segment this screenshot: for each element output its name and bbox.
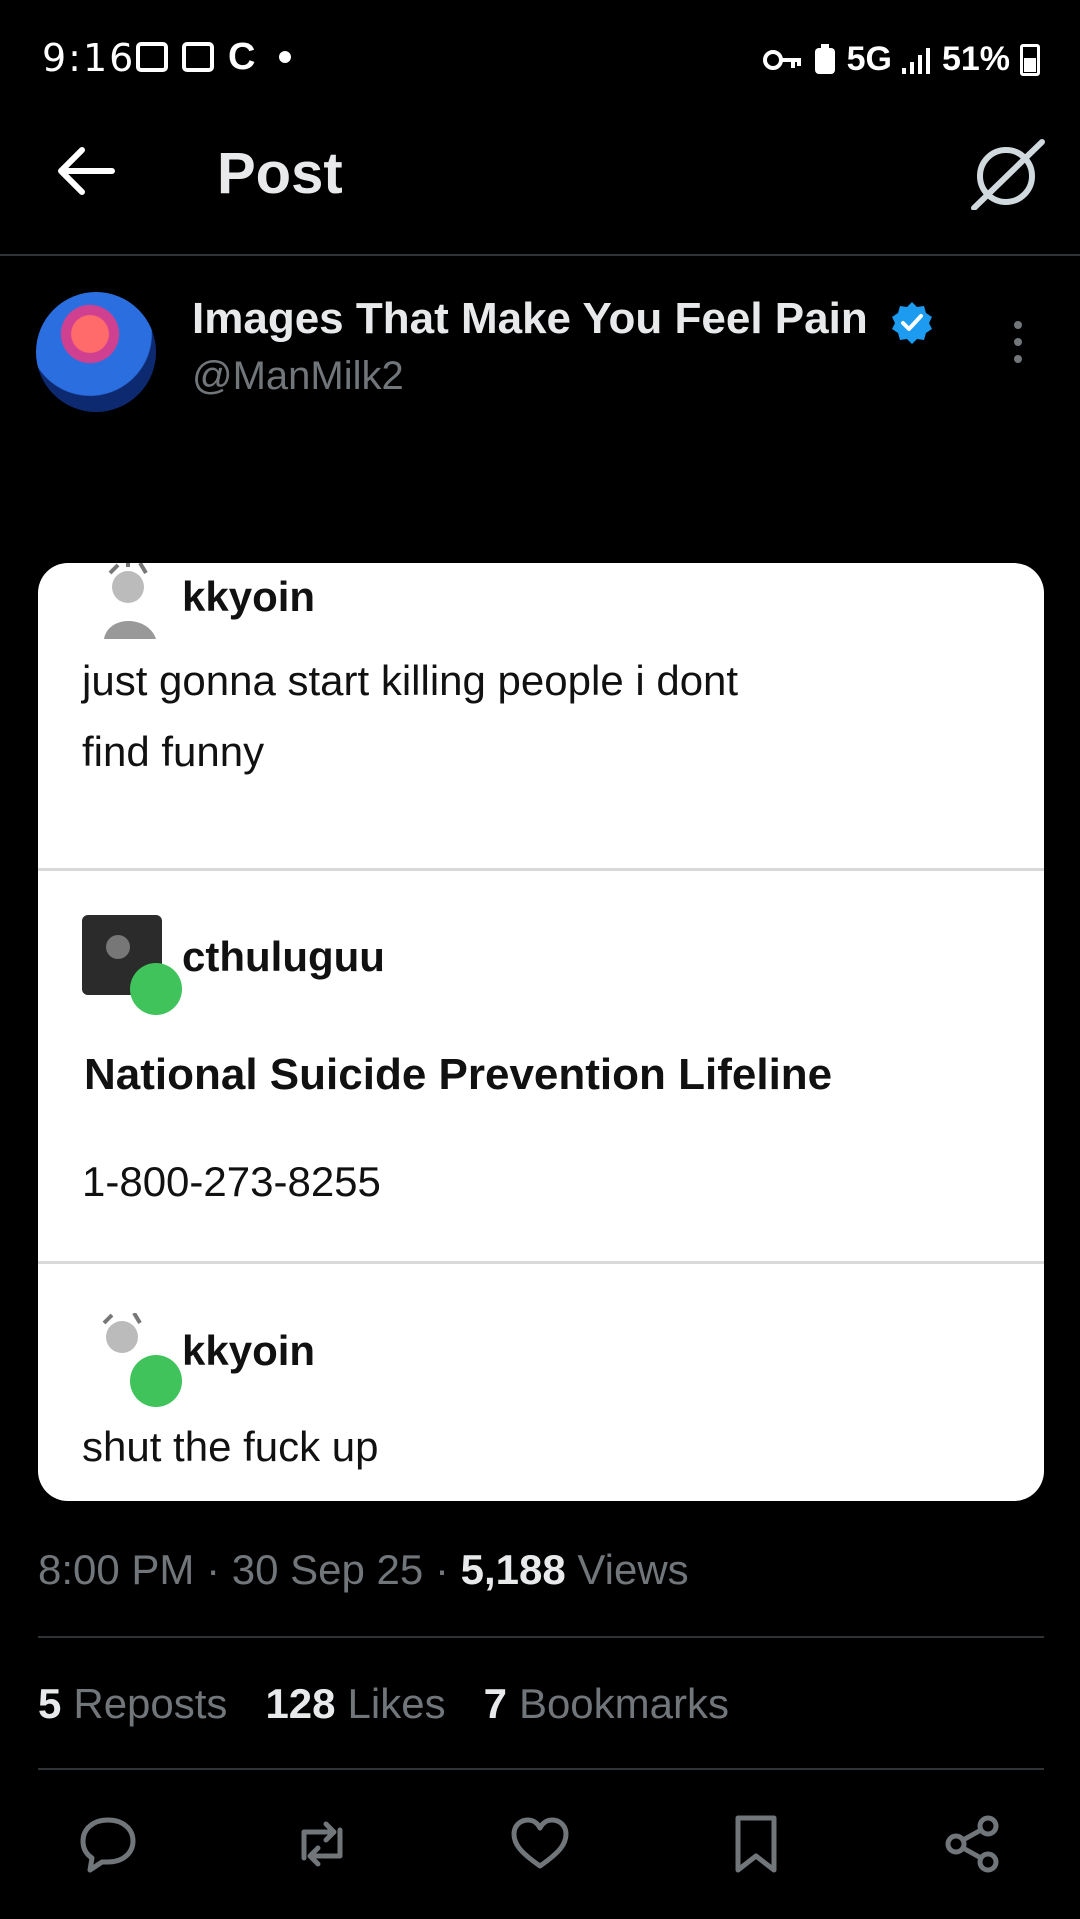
vpn-key-icon <box>762 49 801 70</box>
page-title: Post <box>217 141 343 206</box>
battery-percent: 51% <box>941 40 1010 78</box>
signal-icon <box>901 47 930 74</box>
bookmark-icon[interactable] <box>726 1814 786 1874</box>
card-divider <box>38 868 1044 871</box>
meta-separator: · <box>434 1546 461 1593</box>
likes-label: Likes <box>347 1680 446 1727</box>
battery-saver-icon <box>814 43 835 74</box>
author-handle[interactable]: @ManMilk2 <box>192 354 404 399</box>
reposts-stat[interactable]: 5 Reposts <box>38 1680 227 1728</box>
reposts-count: 5 <box>38 1680 62 1727</box>
tumblr-post-text: just gonna start killing people i dont <box>82 657 739 704</box>
views-label: Views <box>577 1546 689 1593</box>
bookmarks-label: Bookmarks <box>518 1680 729 1727</box>
meta-separator: · <box>206 1546 232 1593</box>
reposts-label: Reposts <box>73 1680 228 1727</box>
repost-icon[interactable] <box>292 1814 352 1874</box>
verified-badge-icon <box>892 302 932 344</box>
views-count: 5,188 <box>460 1546 566 1593</box>
share-icon[interactable] <box>942 1814 1002 1874</box>
network-type: 5G <box>846 40 892 78</box>
kkyoin-avatar <box>94 563 166 639</box>
back-arrow-icon[interactable] <box>56 146 116 196</box>
status-system-icons: 5G 51% <box>762 40 1040 79</box>
post-image[interactable]: kkyoin just gonna start killing people i… <box>38 563 1044 1501</box>
reblog-icon <box>130 1355 182 1407</box>
reply-icon[interactable] <box>78 1814 138 1874</box>
c-app-icon: C <box>228 36 256 78</box>
status-time: 9:16 <box>42 36 136 80</box>
tumblr-post-text: find funny <box>82 728 265 775</box>
stats-divider <box>38 1768 1044 1770</box>
reblog-icon <box>130 963 182 1015</box>
like-icon[interactable] <box>510 1814 570 1874</box>
meta-divider <box>38 1636 1044 1638</box>
gallery-icon <box>136 42 168 72</box>
tumblr-username: kkyoin <box>182 1327 316 1374</box>
news-icon <box>182 42 214 72</box>
avatar[interactable] <box>36 292 156 412</box>
grok-icon[interactable] <box>970 138 1046 210</box>
post-meta: 8:00 PM · 30 Sep 25 · 5,188 Views <box>38 1546 689 1594</box>
likes-count: 128 <box>265 1680 336 1727</box>
more-options-icon[interactable] <box>1010 320 1026 364</box>
bookmarks-count: 7 <box>483 1680 507 1727</box>
author-name[interactable]: Images That Make You Feel Pain <box>192 294 868 344</box>
tumblr-username: kkyoin <box>182 573 316 620</box>
battery-icon <box>1020 43 1040 76</box>
header-divider <box>0 254 1080 256</box>
tumblr-username: cthuluguu <box>182 933 385 980</box>
card-divider <box>38 1261 1044 1264</box>
bookmarks-stat[interactable]: 7 Bookmarks <box>484 1680 729 1728</box>
tumblr-post-text: 1-800-273-8255 <box>82 1158 381 1205</box>
post-time: 8:00 PM <box>38 1546 195 1593</box>
status-notification-icons: C <box>136 36 292 78</box>
more-notifications-dot-icon <box>279 51 292 63</box>
tumblr-post-title: National Suicide Prevention Lifeline <box>84 1050 833 1099</box>
tumblr-post-text: shut the fuck up <box>82 1423 379 1470</box>
likes-stat[interactable]: 128 Likes <box>265 1680 445 1728</box>
post-date: 30 Sep 25 <box>231 1546 424 1593</box>
post-stats: 5 Reposts 128 Likes 7 Bookmarks <box>38 1680 729 1728</box>
